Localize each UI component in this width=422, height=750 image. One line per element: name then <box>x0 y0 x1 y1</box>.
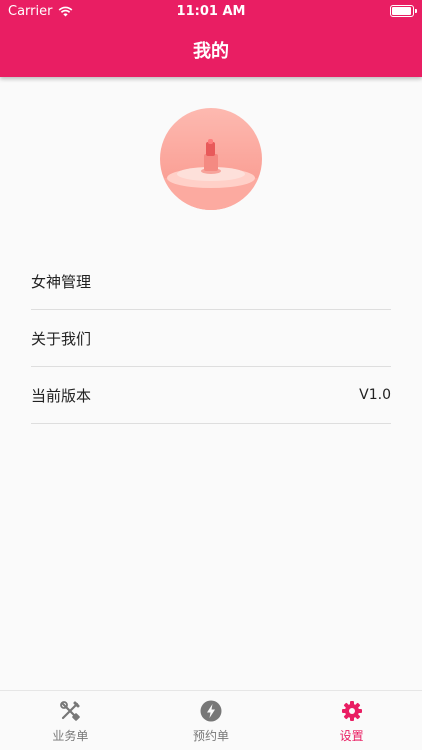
avatar[interactable] <box>160 108 262 210</box>
tab-label: 预约单 <box>193 729 230 743</box>
lipstick-avatar-image <box>160 108 262 210</box>
tab-settings[interactable]: 设置 <box>281 691 422 750</box>
tab-bar: 业务单 预约单 设置 <box>0 690 422 750</box>
app-header: Carrier 11:01 AM 我的 <box>0 0 422 77</box>
menu-item-label: 当前版本 <box>31 386 92 405</box>
menu-item-label: 女神管理 <box>31 272 92 291</box>
status-time: 11:01 AM <box>176 4 246 19</box>
tools-icon <box>60 701 81 721</box>
status-bar: Carrier 11:01 AM <box>0 0 422 22</box>
battery-level <box>392 7 411 15</box>
menu-item-current-version[interactable]: 当前版本 V1.0 <box>31 367 391 424</box>
battery-icon <box>390 5 417 17</box>
settings-menu: 女神管理 关于我们 当前版本 V1.0 <box>31 253 391 424</box>
page-title: 我的 <box>193 41 229 62</box>
tab-label: 业务单 <box>52 729 89 743</box>
tab-appointments[interactable]: 预约单 <box>141 691 282 750</box>
version-value: V1.0 <box>359 387 391 403</box>
menu-item-about-us[interactable]: 关于我们 <box>31 310 391 367</box>
menu-item-label: 关于我们 <box>31 329 92 348</box>
lightning-icon <box>200 700 222 722</box>
gear-icon <box>341 701 362 721</box>
tab-business-orders[interactable]: 业务单 <box>0 691 141 750</box>
menu-item-goddess-management[interactable]: 女神管理 <box>31 253 391 310</box>
tab-label: 设置 <box>339 729 364 743</box>
